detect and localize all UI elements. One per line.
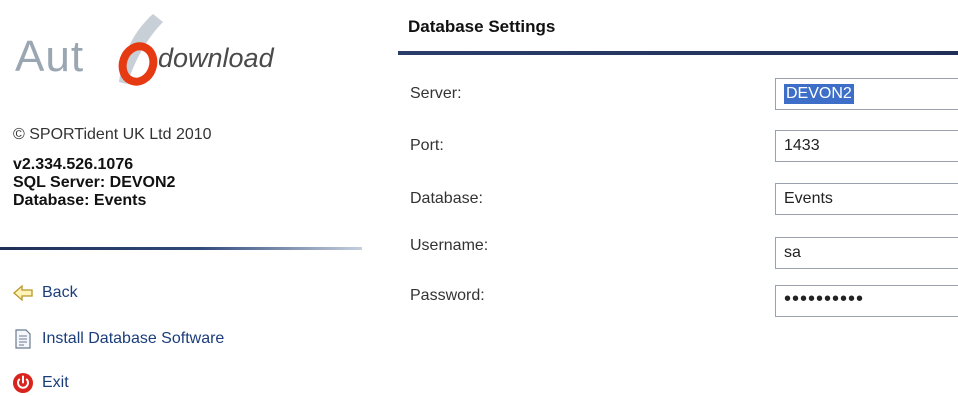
logo-text-download: download xyxy=(158,43,274,73)
database-input[interactable]: Events xyxy=(775,183,958,215)
server-input[interactable]: DEVON2 xyxy=(775,78,958,110)
document-icon xyxy=(15,329,31,349)
username-input[interactable]: sa xyxy=(775,237,958,269)
port-label: Port: xyxy=(410,137,444,154)
back-arrow-icon xyxy=(13,284,33,302)
port-input[interactable]: 1433 xyxy=(775,130,958,162)
back-label[interactable]: Back xyxy=(42,284,78,302)
exit-link[interactable]: Exit xyxy=(12,372,69,394)
back-link[interactable]: Back xyxy=(12,282,78,304)
database-label: Database: xyxy=(410,190,483,207)
copyright-text: © SPORTident UK Ltd 2010 xyxy=(13,126,212,143)
install-label[interactable]: Install Database Software xyxy=(42,330,224,348)
version-text: v2.334.526.1076 xyxy=(13,156,134,173)
app-logo: Aut download xyxy=(10,10,310,90)
logo-text-aut: Aut xyxy=(15,32,85,81)
server-value: DEVON2 xyxy=(784,84,854,104)
password-label: Password: xyxy=(410,287,485,304)
power-icon xyxy=(13,373,33,393)
server-label: Server: xyxy=(410,85,462,102)
password-input[interactable]: •••••••••• xyxy=(775,285,958,317)
database-text: Database: Events xyxy=(13,192,147,209)
panel-title: Database Settings xyxy=(408,17,556,36)
sidebar: Aut download © SPORTident UK Ltd 2010 v2… xyxy=(0,0,370,396)
install-database-link[interactable]: Install Database Software xyxy=(12,328,224,350)
app-info: v2.334.526.1076 SQL Server: DEVON2 Datab… xyxy=(13,156,175,210)
panel-title-rule xyxy=(398,51,958,55)
sidebar-divider xyxy=(0,247,362,250)
username-label: Username: xyxy=(410,237,489,254)
sql-server-text: SQL Server: DEVON2 xyxy=(13,174,176,191)
exit-label[interactable]: Exit xyxy=(42,374,69,392)
